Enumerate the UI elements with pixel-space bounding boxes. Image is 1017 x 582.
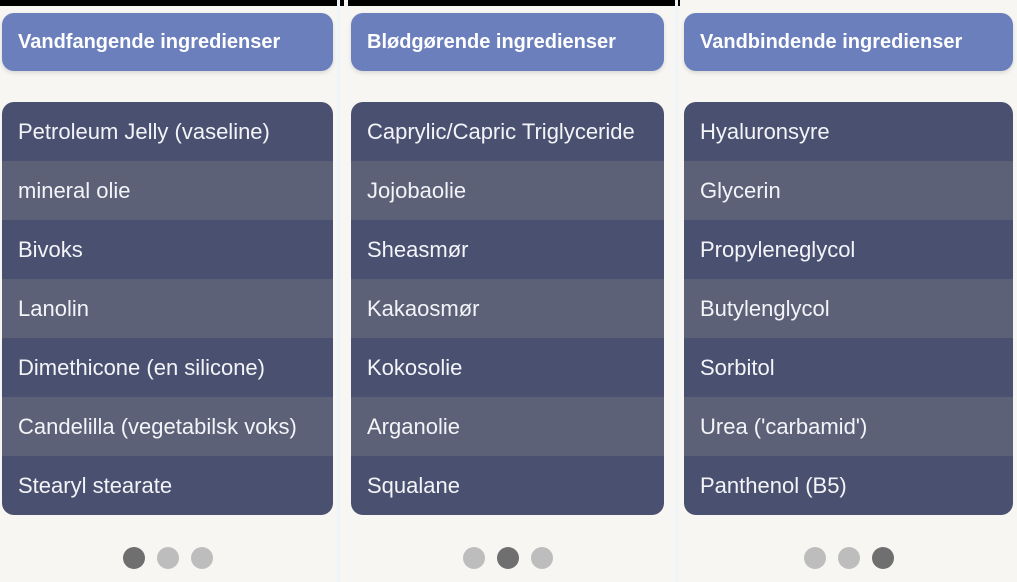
list-item: Squalane	[351, 456, 664, 515]
list-item: Propyleneglycol	[684, 220, 1013, 279]
list-item: Arganolie	[351, 397, 664, 456]
list-item: Bivoks	[2, 220, 333, 279]
carousel-dot[interactable]	[803, 547, 826, 569]
list-item: Jojobaolie	[351, 161, 664, 220]
list-item: Kokosolie	[351, 338, 664, 397]
card-title: Vandbindende ingredienser	[684, 13, 1013, 71]
carousel-card-emollient: Blødgørende ingredienser Caprylic/Capric…	[351, 0, 664, 582]
list-item: Stearyl stearate	[2, 456, 333, 515]
carousel-dot[interactable]	[462, 547, 485, 569]
carousel-dots	[2, 547, 333, 569]
carousel-dot-active[interactable]	[122, 547, 145, 569]
carousel-dot[interactable]	[156, 547, 179, 569]
list-item: Sheasmør	[351, 220, 664, 279]
list-item: Sorbitol	[684, 338, 1013, 397]
list-item: Urea ('carbamid')	[684, 397, 1013, 456]
list-item: Petroleum Jelly (vaseline)	[2, 102, 333, 161]
list-item: Candelilla (vegetabilsk voks)	[2, 397, 333, 456]
carousel-dot[interactable]	[190, 547, 213, 569]
carousel-card-humectant: Vandbindende ingredienser Hyaluronsyre G…	[684, 0, 1013, 582]
carousel-dot[interactable]	[837, 547, 860, 569]
carousel-dots	[351, 547, 664, 569]
list-item: Kakaosmør	[351, 279, 664, 338]
ingredient-list: Caprylic/Capric Triglyceride Jojobaolie …	[351, 102, 664, 515]
card-title: Vandfangende ingredienser	[2, 13, 333, 71]
card-title: Blødgørende ingredienser	[351, 13, 664, 71]
column-gutter	[337, 0, 340, 582]
carousel-dot-active[interactable]	[871, 547, 894, 569]
carousel-card-water-capturing: Vandfangende ingredienser Petroleum Jell…	[2, 0, 333, 582]
carousel-dot-active[interactable]	[496, 547, 519, 569]
list-item: mineral olie	[2, 161, 333, 220]
list-item: Hyaluronsyre	[684, 102, 1013, 161]
column-gutter	[675, 0, 678, 582]
carousel-dots	[684, 547, 1013, 569]
list-item: Caprylic/Capric Triglyceride	[351, 102, 664, 161]
carousel-dot[interactable]	[530, 547, 553, 569]
list-item: Butylenglycol	[684, 279, 1013, 338]
ingredient-list: Petroleum Jelly (vaseline) mineral olie …	[2, 102, 333, 515]
list-item: Lanolin	[2, 279, 333, 338]
list-item: Dimethicone (en silicone)	[2, 338, 333, 397]
ingredient-list: Hyaluronsyre Glycerin Propyleneglycol Bu…	[684, 102, 1013, 515]
list-item: Glycerin	[684, 161, 1013, 220]
list-item: Panthenol (B5)	[684, 456, 1013, 515]
